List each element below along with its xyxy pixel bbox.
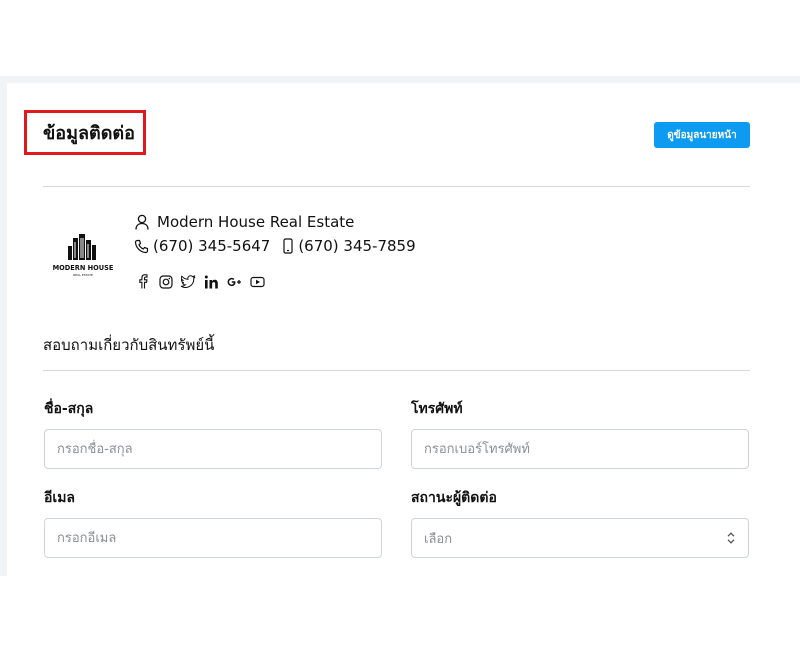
google-plus-icon[interactable] — [227, 274, 242, 289]
phone-icon — [134, 239, 149, 253]
user-icon — [135, 214, 149, 230]
facebook-icon[interactable] — [135, 274, 150, 289]
linkedin-icon[interactable] — [204, 274, 219, 289]
agent-name-row: Modern House Real Estate — [135, 213, 354, 231]
contact-status-select[interactable]: เลือก — [411, 518, 749, 558]
highlight-annotation — [24, 110, 146, 155]
phone-label: โทรศัพท์ — [411, 401, 463, 417]
agent-name: Modern House Real Estate — [157, 213, 355, 231]
name-label: ชื่อ-สกุล — [44, 401, 94, 417]
view-agent-button[interactable]: ดูข้อมูลนายหน้า — [654, 122, 750, 148]
email-label: อีเมล — [44, 490, 76, 506]
twitter-icon[interactable] — [181, 274, 196, 289]
agent-logo: MODERN HOUSE REAL ESTATE — [53, 234, 114, 277]
social-links — [135, 274, 265, 289]
svg-text:REAL ESTATE: REAL ESTATE — [73, 273, 93, 277]
instagram-icon[interactable] — [158, 274, 173, 289]
agent-phone-row: (670) 345-5647 (670) 345-7859 — [134, 237, 416, 255]
agent-phone[interactable]: (670) 345-5647 — [153, 237, 270, 255]
inquiry-title: สอบถามเกี่ยวกับสินทรัพย์นี้ — [43, 336, 215, 354]
contact-status-value: เลือก — [424, 531, 453, 547]
svg-text:MODERN HOUSE: MODERN HOUSE — [53, 264, 114, 272]
divider-top — [43, 186, 750, 187]
contact-status-label: สถานะผู้ติดต่อ — [411, 490, 497, 506]
youtube-icon[interactable] — [250, 274, 265, 289]
contact-card — [7, 83, 800, 576]
mobile-icon — [283, 238, 293, 254]
divider-inquiry — [43, 370, 750, 371]
chevron-updown-icon — [727, 532, 735, 544]
email-input[interactable] — [44, 518, 382, 558]
phone-input[interactable] — [411, 429, 749, 469]
agent-mobile[interactable]: (670) 345-7859 — [298, 237, 415, 255]
name-input[interactable] — [44, 429, 382, 469]
